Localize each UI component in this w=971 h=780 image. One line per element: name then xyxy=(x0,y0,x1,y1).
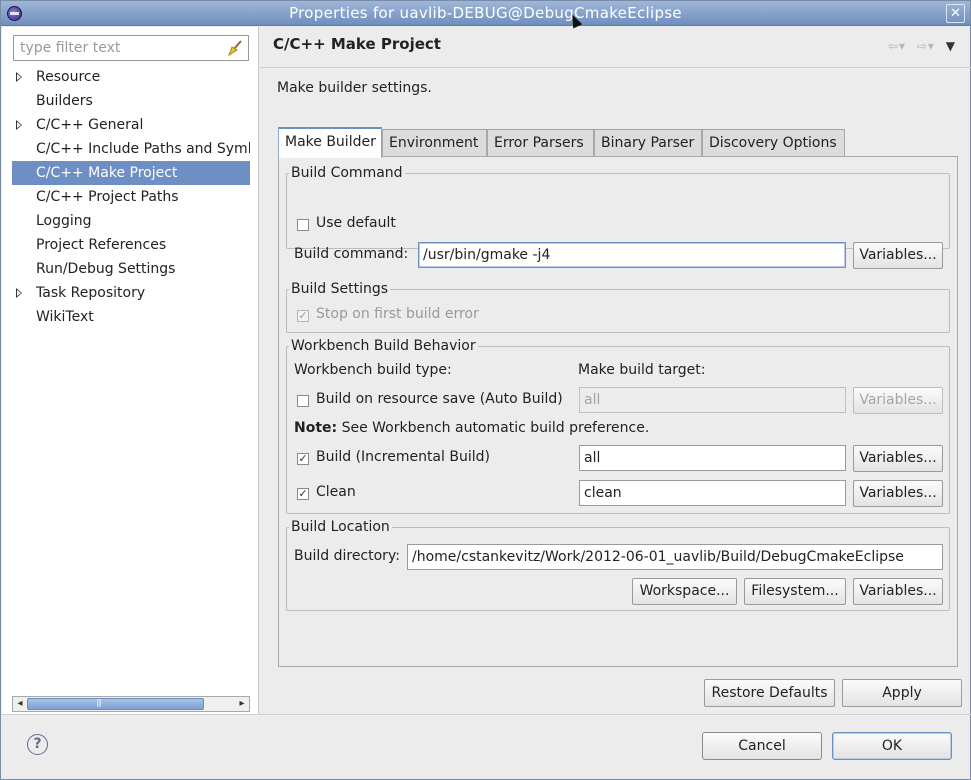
workbench-build-type-label: Workbench build type: xyxy=(294,362,452,378)
window-title: Properties for uavlib-DEBUG@DebugCmakeEc… xyxy=(289,4,682,22)
tree-item[interactable]: Task Repository xyxy=(12,281,250,305)
tree-item-label: Builders xyxy=(36,93,93,109)
tree-item[interactable]: Run/Debug Settings xyxy=(12,257,250,281)
cancel-button[interactable]: Cancel xyxy=(702,732,822,760)
expand-arrow-icon[interactable] xyxy=(16,120,22,130)
build-command-variables-button[interactable]: Variables... xyxy=(853,242,943,269)
title-bar[interactable]: Properties for uavlib-DEBUG@DebugCmakeEc… xyxy=(1,1,970,26)
page-description: Make builder settings. xyxy=(277,80,432,96)
help-icon[interactable]: ? xyxy=(27,734,48,755)
auto-build-checkbox[interactable] xyxy=(297,395,309,407)
tree-item-label: C/C++ Project Paths xyxy=(36,189,179,205)
auto-build-variables-button[interactable]: Variables... xyxy=(853,387,943,414)
header-separator xyxy=(260,67,971,68)
auto-build-label: Build on resource save (Auto Build) xyxy=(316,391,563,407)
tree-item[interactable]: C/C++ Make Project xyxy=(12,161,250,185)
tree-item[interactable]: C/C++ General xyxy=(12,113,250,137)
tree-item[interactable]: WikiText xyxy=(12,305,250,329)
note-label: Note: xyxy=(294,420,338,436)
make-builder-tab-content: Build Command Use default Build command:… xyxy=(278,156,958,667)
tree-item[interactable]: Resource xyxy=(12,65,250,89)
restore-defaults-button[interactable]: Restore Defaults xyxy=(704,679,835,707)
tree-item-label: Project References xyxy=(36,237,167,253)
view-menu-icon[interactable]: ▼ xyxy=(946,39,955,53)
incremental-build-label: Build (Incremental Build) xyxy=(316,449,490,465)
tree-item-label: Task Repository xyxy=(36,285,146,301)
make-build-target-label: Make build target: xyxy=(578,362,706,378)
clean-checkbox[interactable]: ✓ xyxy=(297,488,309,500)
build-directory-input[interactable] xyxy=(407,544,943,570)
tree-item[interactable]: C/C++ Project Paths xyxy=(12,185,250,209)
forward-arrow-icon[interactable]: ⇨ xyxy=(917,39,927,53)
workbench-build-behavior-legend: Workbench Build Behavior xyxy=(291,338,476,354)
tree-item-label: Logging xyxy=(36,213,92,229)
workspace-button[interactable]: Workspace... xyxy=(632,578,737,605)
build-command-group: Build Command xyxy=(286,165,950,249)
build-settings-legend: Build Settings xyxy=(291,281,389,297)
footer-separator xyxy=(2,714,971,715)
build-command-label: Build command: xyxy=(294,246,409,262)
tree-item[interactable]: C/C++ Include Paths and Symbols xyxy=(12,137,250,161)
forward-menu-icon[interactable]: ▾ xyxy=(928,39,934,53)
tree-item[interactable]: Project References xyxy=(12,233,250,257)
tree-item-label: C/C++ General xyxy=(36,117,144,133)
tree-item-label: C/C++ Include Paths and Symbols xyxy=(36,141,250,157)
ok-button[interactable]: OK xyxy=(832,732,952,760)
close-icon[interactable]: ✕ xyxy=(946,4,965,23)
properties-dialog: Properties for uavlib-DEBUG@DebugCmakeEc… xyxy=(0,0,971,780)
note-message: See Workbench automatic build preference… xyxy=(341,420,650,436)
tree-item[interactable]: Logging xyxy=(12,209,250,233)
scrollbar-thumb[interactable] xyxy=(27,698,204,710)
auto-build-target-input[interactable] xyxy=(579,387,846,413)
scrollbar-grip: ||| xyxy=(96,698,102,707)
build-command-input[interactable] xyxy=(418,242,846,268)
incremental-build-variables-button[interactable]: Variables... xyxy=(853,445,943,472)
stop-on-error-label: Stop on first build error xyxy=(316,306,479,322)
clean-label: Clean xyxy=(316,484,356,500)
tab-binary-parser[interactable]: Binary Parser xyxy=(594,129,702,157)
property-tree: Resource Builders C/C++ General C/C++ Inclu… xyxy=(12,65,250,329)
tab-error-parsers[interactable]: Error Parsers xyxy=(487,129,594,157)
tree-item[interactable]: Builders xyxy=(12,89,250,113)
incremental-build-target-input[interactable] xyxy=(579,445,846,471)
expand-arrow-icon[interactable] xyxy=(16,288,22,298)
clear-filter-icon[interactable] xyxy=(226,39,244,57)
tree-item-label: Run/Debug Settings xyxy=(36,261,176,277)
page-navigation: ⇦▾ ⇨▾ ▼ xyxy=(880,39,955,55)
filter-input[interactable] xyxy=(18,37,218,59)
tree-item-label: WikiText xyxy=(36,309,94,325)
use-default-checkbox[interactable] xyxy=(297,219,309,231)
scroll-right-icon[interactable]: ▸ xyxy=(235,697,249,711)
apply-button[interactable]: Apply xyxy=(842,679,962,707)
tree-horizontal-scrollbar[interactable]: ◂ ||| ▸ xyxy=(12,696,250,712)
tree-item-label: C/C++ Make Project xyxy=(36,165,178,181)
build-command-legend: Build Command xyxy=(291,165,403,181)
page-title: C/C++ Make Project xyxy=(273,35,441,53)
tree-item-label: Resource xyxy=(36,69,101,85)
tab-make-builder[interactable]: Make Builder xyxy=(278,127,382,158)
stop-on-error-checkbox[interactable]: ✓ xyxy=(297,310,309,322)
build-location-legend: Build Location xyxy=(291,519,390,535)
filter-field[interactable] xyxy=(13,35,249,61)
note-text: Note: See Workbench automatic build pref… xyxy=(294,420,649,436)
incremental-build-checkbox[interactable]: ✓ xyxy=(297,453,309,465)
back-menu-icon[interactable]: ▾ xyxy=(899,39,905,53)
build-directory-label: Build directory: xyxy=(294,548,400,564)
clean-target-input[interactable] xyxy=(579,480,846,506)
expand-arrow-icon[interactable] xyxy=(16,72,22,82)
filesystem-button[interactable]: Filesystem... xyxy=(744,578,846,605)
property-page: C/C++ Make Project ⇦▾ ⇨▾ ▼ Make builder … xyxy=(260,27,971,714)
property-tree-pane: Resource Builders C/C++ General C/C++ Inclu… xyxy=(2,27,259,714)
use-default-label: Use default xyxy=(316,215,396,231)
tab-environment[interactable]: Environment xyxy=(382,129,487,157)
clean-variables-button[interactable]: Variables... xyxy=(853,480,943,507)
back-arrow-icon[interactable]: ⇦ xyxy=(888,39,898,53)
build-location-variables-button[interactable]: Variables... xyxy=(853,578,943,605)
tab-discovery-options[interactable]: Discovery Options xyxy=(702,129,845,157)
scroll-left-icon[interactable]: ◂ xyxy=(13,697,27,711)
